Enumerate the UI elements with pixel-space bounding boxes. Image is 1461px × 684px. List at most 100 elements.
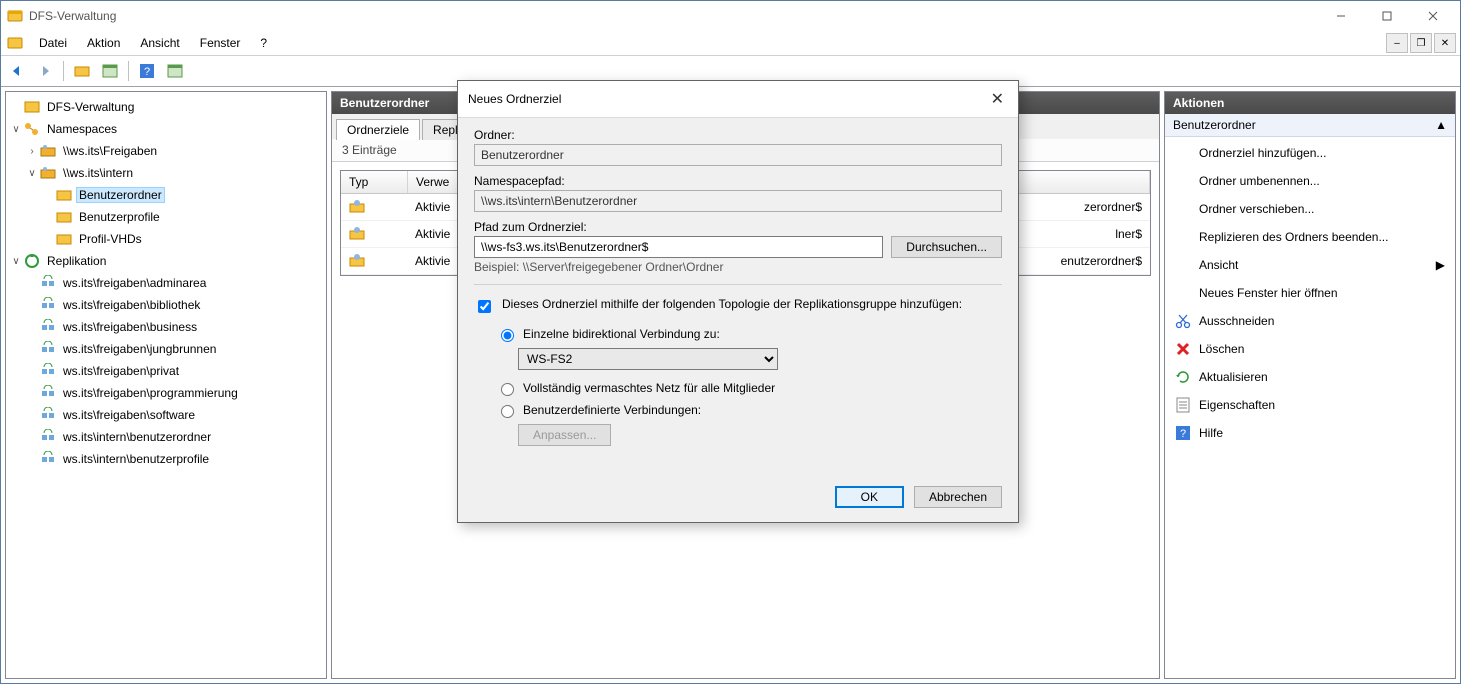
tree-profil-vhds[interactable]: Profil-VHDs	[6, 228, 326, 250]
tool-folder[interactable]	[70, 59, 94, 83]
action-stop-replication[interactable]: Replizieren des Ordners beenden...	[1165, 223, 1455, 251]
action-add-target[interactable]: Ordnerziel hinzufügen...	[1165, 139, 1455, 167]
tree-repl-item[interactable]: ws.its\freigaben\bibliothek	[6, 294, 326, 316]
tree-ns-freigaben[interactable]: › \\ws.its\Freigaben	[6, 140, 326, 162]
radio-full-mesh[interactable]	[501, 383, 514, 396]
actions-pane: Aktionen Benutzerordner ▲ Ordnerziel hin…	[1164, 91, 1456, 679]
action-new-window[interactable]: Neues Fenster hier öffnen	[1165, 279, 1455, 307]
tab-ordnerziele[interactable]: Ordnerziele	[336, 119, 420, 140]
tree-repl-item[interactable]: ws.its\freigaben\programmierung	[6, 382, 326, 404]
maximize-button[interactable]	[1364, 2, 1410, 30]
center-pane: Benutzerordner Ordnerziele Repl 3 Einträ…	[331, 91, 1160, 679]
tool-help[interactable]: ?	[135, 59, 159, 83]
dialog-close-button[interactable]: ✕	[987, 89, 1008, 109]
scissors-icon	[1175, 313, 1191, 329]
action-rename[interactable]: Ordner umbenennen...	[1165, 167, 1455, 195]
radio-single-bidir[interactable]	[501, 329, 514, 342]
tree-repl-item[interactable]: ws.its\freigaben\privat	[6, 360, 326, 382]
action-cut[interactable]: Ausschneiden	[1165, 307, 1455, 335]
radio-custom-label: Benutzerdefinierte Verbindungen:	[523, 403, 701, 417]
mdi-controls: – ❐ ✕	[1386, 33, 1456, 53]
browse-button[interactable]: Durchsuchen...	[891, 236, 1002, 258]
window-title: DFS-Verwaltung	[29, 9, 1318, 23]
menu-action[interactable]: Aktion	[77, 34, 130, 52]
replgroup-icon	[40, 451, 56, 467]
replgroup-icon	[40, 275, 56, 291]
namespaces-icon	[24, 121, 40, 137]
expand-icon[interactable]: ∨	[8, 256, 24, 267]
tree-benutzerordner[interactable]: Benutzerordner	[6, 184, 326, 206]
mdi-restore[interactable]: ❐	[1410, 33, 1432, 53]
back-button[interactable]	[5, 59, 29, 83]
main-body: DFS-Verwaltung ∨ Namespaces › \\ws.its\F…	[1, 87, 1460, 683]
menu-icon	[7, 35, 23, 51]
collapse-icon[interactable]: ▲	[1435, 118, 1447, 132]
tree-replication[interactable]: ∨ Replikation	[6, 250, 326, 272]
tool-window[interactable]	[98, 59, 122, 83]
replgroup-icon	[40, 385, 56, 401]
close-button[interactable]	[1410, 2, 1456, 30]
dialog-titlebar: Neues Ordnerziel ✕	[458, 81, 1018, 118]
tree-repl-item[interactable]: ws.its\freigaben\business	[6, 316, 326, 338]
actions-group[interactable]: Benutzerordner ▲	[1165, 114, 1455, 137]
action-properties[interactable]: Eigenschaften	[1165, 391, 1455, 419]
tree-ns-intern[interactable]: ∨ \\ws.its\intern	[6, 162, 326, 184]
mdi-close[interactable]: ✕	[1434, 33, 1456, 53]
col-type[interactable]: Typ	[341, 171, 408, 193]
server-select[interactable]: WS-FS2	[518, 348, 778, 370]
tree-benutzerprofile[interactable]: Benutzerprofile	[6, 206, 326, 228]
replication-icon	[24, 253, 40, 269]
replgroup-icon	[40, 363, 56, 379]
replgroup-icon	[40, 429, 56, 445]
target-icon	[349, 199, 365, 215]
cancel-button[interactable]: Abbrechen	[914, 486, 1002, 508]
tree-repl-item[interactable]: ws.its\intern\benutzerordner	[6, 426, 326, 448]
replgroup-icon	[40, 297, 56, 313]
refresh-icon	[1175, 369, 1191, 385]
menu-file[interactable]: Datei	[29, 34, 77, 52]
menu-help[interactable]: ?	[250, 34, 277, 52]
app-window: DFS-Verwaltung Datei Aktion Ansicht Fens…	[0, 0, 1461, 684]
app-icon	[7, 8, 23, 24]
folder-icon	[56, 231, 72, 247]
action-help[interactable]: ? Hilfe	[1165, 419, 1455, 447]
tree-namespaces[interactable]: ∨ Namespaces	[6, 118, 326, 140]
radio-custom[interactable]	[501, 405, 514, 418]
delete-icon	[1175, 341, 1191, 357]
actions-heading: Aktionen	[1165, 92, 1455, 114]
folder-icon	[56, 209, 72, 225]
mdi-minimize[interactable]: –	[1386, 33, 1408, 53]
tree-root[interactable]: DFS-Verwaltung	[6, 96, 326, 118]
ok-button[interactable]: OK	[835, 486, 904, 508]
tree-repl-item[interactable]: ws.its\freigaben\software	[6, 404, 326, 426]
action-refresh[interactable]: Aktualisieren	[1165, 363, 1455, 391]
action-view[interactable]: Ansicht▶	[1165, 251, 1455, 279]
dfs-icon	[24, 99, 40, 115]
folder-icon	[56, 187, 72, 203]
menubar: Datei Aktion Ansicht Fenster ? – ❐ ✕	[1, 31, 1460, 56]
expand-icon[interactable]: ∨	[24, 168, 40, 179]
tree-repl-item[interactable]: ws.its\freigaben\adminarea	[6, 272, 326, 294]
dialog-new-folder-target: Neues Ordnerziel ✕ Ordner: Benutzerordne…	[457, 80, 1019, 523]
tool-window2[interactable]	[163, 59, 187, 83]
svg-text:?: ?	[144, 66, 150, 78]
expand-icon[interactable]: ∨	[8, 124, 24, 135]
nav-tree[interactable]: DFS-Verwaltung ∨ Namespaces › \\ws.its\F…	[5, 91, 327, 679]
folder-label: Ordner:	[474, 128, 1002, 142]
customize-button: Anpassen...	[518, 424, 611, 446]
add-topology-checkbox[interactable]	[478, 300, 491, 313]
minimize-button[interactable]	[1318, 2, 1364, 30]
action-move[interactable]: Ordner verschieben...	[1165, 195, 1455, 223]
expand-icon[interactable]: ›	[24, 146, 40, 157]
titlebar: DFS-Verwaltung	[1, 1, 1460, 31]
folder-value: Benutzerordner	[474, 144, 1002, 166]
menu-view[interactable]: Ansicht	[130, 34, 189, 52]
menu-window[interactable]: Fenster	[190, 34, 251, 52]
target-path-input[interactable]	[474, 236, 883, 258]
action-delete[interactable]: Löschen	[1165, 335, 1455, 363]
tree-repl-item[interactable]: ws.its\intern\benutzerprofile	[6, 448, 326, 470]
forward-button[interactable]	[33, 59, 57, 83]
radio-single-bidir-label: Einzelne bidirektional Verbindung zu:	[523, 327, 720, 341]
dialog-title: Neues Ordnerziel	[468, 92, 561, 106]
tree-repl-item[interactable]: ws.its\freigaben\jungbrunnen	[6, 338, 326, 360]
